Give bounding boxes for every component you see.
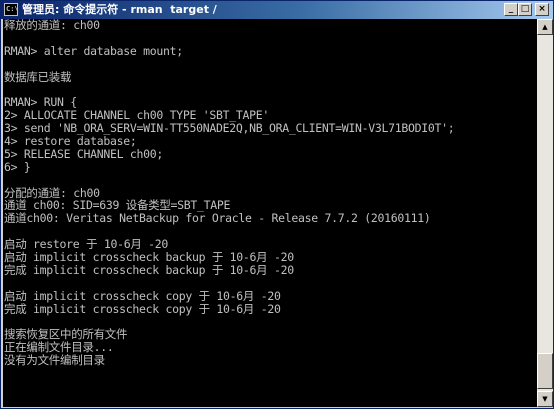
console-line: 没有为文件编制目录 (4, 353, 105, 368)
maximize-button[interactable]: □ (518, 3, 532, 16)
console-window: C:\ 管理员: 命令提示符 - rman target / _ □ × 释放的… (0, 0, 554, 409)
minimize-button[interactable]: _ (504, 3, 518, 16)
close-button[interactable]: × (535, 3, 549, 16)
title-bar[interactable]: C:\ 管理员: 命令提示符 - rman target / _ □ × (1, 1, 553, 19)
console-output[interactable]: 释放的通道: ch00 RMAN> alter database mount; 数据… (3, 19, 537, 407)
console-line: 完成 implicit crosscheck backup 于 10-6月 -2… (4, 262, 294, 277)
scroll-up-button[interactable]: ▲ (537, 19, 553, 35)
scroll-thumb[interactable] (537, 353, 553, 389)
console-line: 启动 implicit crosscheck backup 于 10-6月 -2… (4, 250, 294, 265)
console-line: 完成 implicit crosscheck copy 于 10-6月 -20 (4, 301, 281, 316)
console-line: 6> } (4, 159, 31, 174)
console-line: 释放的通道: ch00 (4, 19, 100, 32)
cmd-icon[interactable]: C:\ (4, 3, 19, 16)
scroll-down-button[interactable]: ▼ (537, 391, 553, 407)
console-line: 启动 implicit crosscheck copy 于 10-6月 -20 (4, 288, 281, 303)
window-title: 管理员: 命令提示符 - rman target / (22, 3, 217, 16)
vertical-scrollbar[interactable]: ▲ ▼ (537, 19, 553, 407)
console-line: RMAN> alter database mount; (4, 43, 183, 58)
console-text: 释放的通道: ch00 RMAN> alter database mount; 数据… (4, 19, 455, 368)
console-line: 4> restore database; (4, 134, 137, 149)
console-line: 数据库已装载 (4, 69, 72, 84)
console-line: 通道ch00: Veritas NetBackup for Oracle - R… (4, 211, 431, 226)
console-line: 5> RELEASE CHANNEL ch00; (4, 146, 163, 161)
